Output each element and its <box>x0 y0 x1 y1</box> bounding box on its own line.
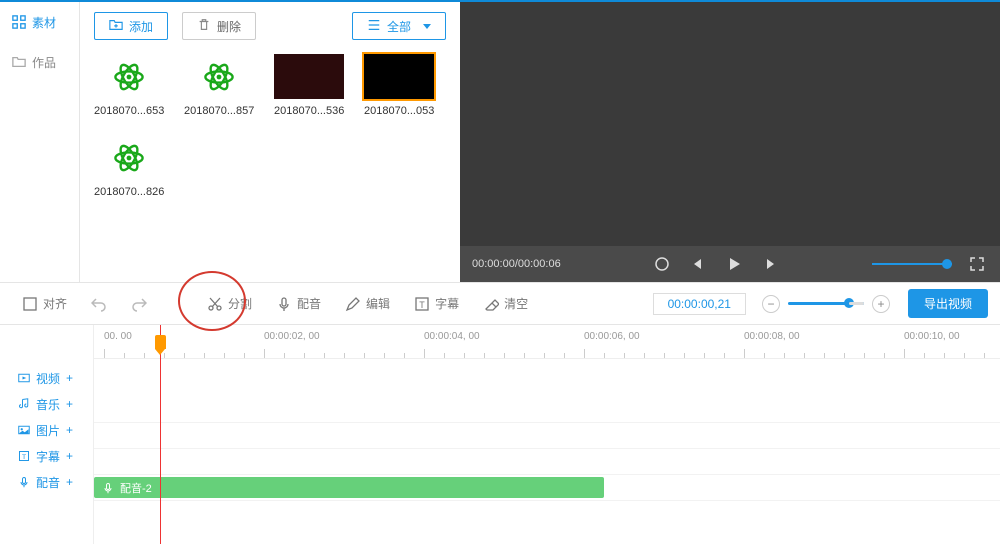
preview-panel: 00:00:00/00:00:06 <box>460 2 1000 282</box>
fullscreen-icon[interactable] <box>966 253 988 275</box>
delete-button[interactable]: 删除 <box>182 12 256 40</box>
dub-tool[interactable]: 配音 <box>266 290 331 318</box>
media-label: 2018070...653.mp4 <box>94 105 164 117</box>
timeline-toolbar: 对齐 分割 配音 编辑 T 字幕 清空 00:00:00,21 − + 导出视频 <box>0 283 1000 325</box>
media-grid: 2018070...653.mp4 2018070...857.mp4 201807… <box>94 54 446 198</box>
preview-time: 00:00:00/00:00:06 <box>472 258 561 270</box>
align-tool[interactable]: 对齐 <box>12 290 77 318</box>
media-label: 2018070...053.mp4 <box>364 105 434 117</box>
svg-text:T: T <box>419 300 425 310</box>
timeline-ruler[interactable]: 00. 0000:00:02, 0000:00:04, 0000:00:06, … <box>94 325 1000 359</box>
zoom-slider[interactable] <box>788 302 864 305</box>
sidebar-tab-label: 作品 <box>32 54 56 71</box>
redo-button[interactable] <box>121 290 157 318</box>
preview-stage <box>460 2 1000 246</box>
media-label: 2018070...536.mp4 <box>274 105 344 117</box>
media-label: 2018070...826.mp4 <box>94 186 164 198</box>
zoom-out-button[interactable]: − <box>762 295 780 313</box>
sidebar: 素材 作品 <box>0 2 80 282</box>
track-label[interactable]: 配音+ <box>0 469 93 495</box>
svg-text:T: T <box>22 454 26 461</box>
next-button[interactable] <box>759 253 781 275</box>
media-item[interactable]: 2018070...826.mp4 <box>94 135 164 198</box>
media-panel: 添加 删除 全部 2018070...653.mp4 2018070...857.… <box>80 2 460 282</box>
media-item[interactable]: 2018070...053.mp4 <box>364 54 434 117</box>
chevron-down-icon <box>423 24 431 29</box>
clear-tool[interactable]: 清空 <box>473 290 538 318</box>
time-display: 00:00:00,21 <box>653 293 746 315</box>
track-label[interactable]: 视频+ <box>0 365 93 391</box>
folder-plus-icon <box>109 18 123 35</box>
grid-icon <box>12 15 26 29</box>
track-label[interactable]: T字幕+ <box>0 443 93 469</box>
media-item[interactable]: 2018070...857.mp4 <box>184 54 254 117</box>
sidebar-tab-label: 素材 <box>32 14 56 31</box>
track-label[interactable]: 图片+ <box>0 417 93 443</box>
track-label[interactable]: 音乐+ <box>0 391 93 417</box>
play-button[interactable] <box>723 253 745 275</box>
split-tool[interactable]: 分割 <box>197 290 262 318</box>
track-row[interactable]: 配音-2 <box>94 475 1000 501</box>
zoom-in-button[interactable]: + <box>872 295 890 313</box>
undo-button[interactable] <box>81 290 117 318</box>
playhead[interactable] <box>160 325 161 544</box>
track-row[interactable] <box>94 449 1000 475</box>
media-item[interactable]: 2018070...653.mp4 <box>94 54 164 117</box>
track-labels: 视频+音乐+图片+T字幕+配音+ <box>0 325 94 544</box>
track-row[interactable] <box>94 397 1000 423</box>
preview-progress[interactable] <box>872 263 952 265</box>
folder-icon <box>12 55 26 69</box>
track-row[interactable] <box>94 423 1000 449</box>
track-row[interactable] <box>94 359 1000 397</box>
export-button[interactable]: 导出视频 <box>908 289 988 318</box>
list-icon <box>367 18 381 35</box>
trash-icon <box>197 18 211 35</box>
edit-tool[interactable]: 编辑 <box>335 290 400 318</box>
add-button[interactable]: 添加 <box>94 12 168 40</box>
audio-clip[interactable]: 配音-2 <box>94 477 604 498</box>
cycle-icon[interactable] <box>651 253 673 275</box>
sidebar-tab-works[interactable]: 作品 <box>0 42 79 82</box>
prev-button[interactable] <box>687 253 709 275</box>
filter-button[interactable]: 全部 <box>352 12 446 40</box>
media-item[interactable]: 2018070...536.mp4 <box>274 54 344 117</box>
subtitle-tool[interactable]: T 字幕 <box>404 290 469 318</box>
sidebar-tab-material[interactable]: 素材 <box>0 2 79 42</box>
media-label: 2018070...857.mp4 <box>184 105 254 117</box>
tracks-area: 00. 0000:00:02, 0000:00:04, 0000:00:06, … <box>94 325 1000 544</box>
